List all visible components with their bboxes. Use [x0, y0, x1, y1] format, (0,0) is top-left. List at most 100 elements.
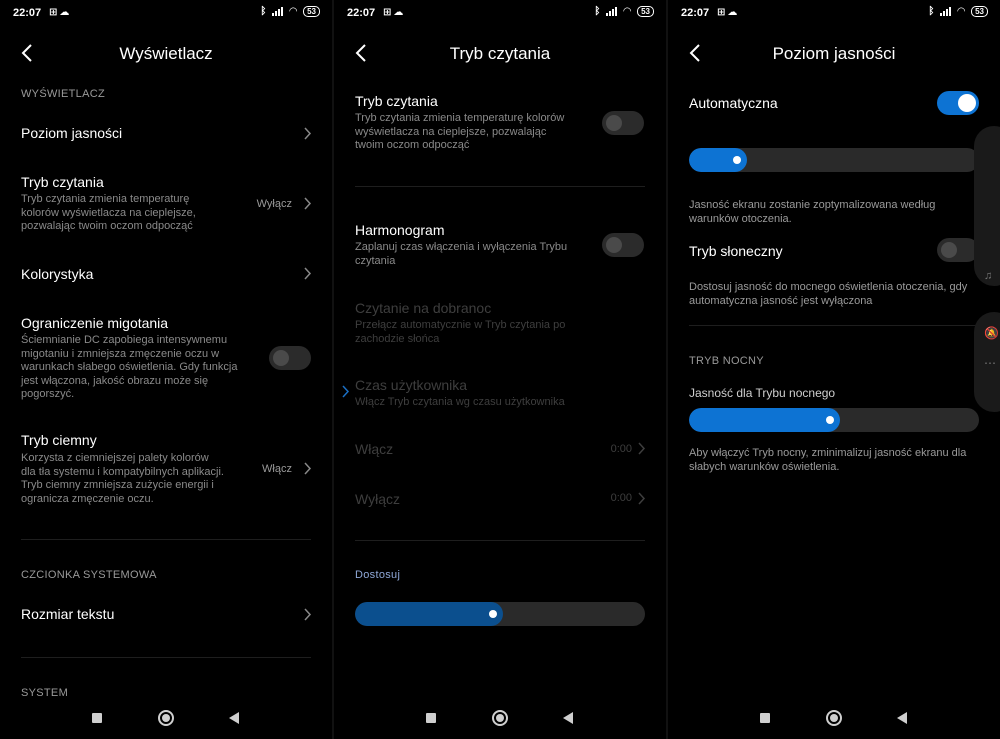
- status-icons: ᛒ ◠ 53: [928, 6, 988, 17]
- desc-line: Dostosuj jasność do mocnego oświetlenia …: [689, 281, 968, 293]
- selected-chevron-icon: [342, 385, 350, 398]
- chevron-right-icon: [638, 492, 646, 505]
- brightness-level-label: Poziom jasności: [21, 125, 123, 141]
- off-time-label: Wyłącz: [355, 491, 400, 507]
- desc-line: dla tła systemu i kompatybilnych aplikac…: [21, 465, 224, 478]
- desc-line: czytania: [355, 254, 396, 267]
- page-title: Wyświetlacz: [119, 44, 213, 63]
- navigation-bar: [668, 707, 1000, 729]
- header: Poziom jasności: [668, 40, 1000, 68]
- schedule-label: Harmonogram: [355, 222, 445, 238]
- floating-edge-panel-secondary[interactable]: 🔕 ⋯: [974, 312, 1000, 412]
- reading-mode-desc: Tryb czytania zmienia temperaturę koloró…: [21, 193, 196, 234]
- page-title: Poziom jasności: [772, 44, 896, 63]
- status-bar: 22:07 ⊞☁ ᛒ ◠ 53: [0, 6, 332, 22]
- battery-icon: 53: [303, 6, 320, 17]
- divider: [355, 540, 645, 541]
- on-time-value: 0:00: [610, 443, 632, 455]
- on-time-label: Włącz: [355, 441, 394, 457]
- desc-line: Przełącz automatycznie w Tryb czytania p…: [355, 319, 566, 331]
- back-button[interactable]: [897, 712, 907, 724]
- status-bar: 22:07 ⊞☁ ᛒ ◠ 53: [668, 6, 1000, 22]
- color-temperature-slider[interactable]: [355, 602, 645, 626]
- section-header-font: CZCIONKA SYSTEMOWA: [21, 569, 157, 581]
- desc-line: pogorszyć.: [21, 388, 75, 400]
- notification-icons: ⊞☁: [383, 7, 406, 18]
- desc-line: automatyczna jasność jest wyłączona: [689, 294, 873, 307]
- bedtime-reading-desc: Przełącz automatycznie w Tryb czytania p…: [355, 319, 565, 346]
- desc-line: kolorów wyświetlacza na cieplejsze,: [21, 206, 196, 219]
- slider-fill: [689, 408, 840, 432]
- toggle-knob: [273, 350, 289, 366]
- navigation-bar: [334, 707, 666, 729]
- flicker-reduction-desc: Ściemnianie DC zapobiega intensywnemu mi…: [21, 334, 237, 402]
- auto-brightness-toggle[interactable]: [937, 91, 979, 115]
- recents-button[interactable]: [426, 713, 436, 723]
- status-time: 22:07: [681, 7, 710, 19]
- home-button[interactable]: [158, 710, 174, 726]
- status-icons: ᛒ ◠ 53: [260, 6, 320, 17]
- music-note-icon: ♫: [984, 270, 993, 282]
- dark-mode-value: Włącz: [262, 463, 292, 475]
- desc-line: Tryb czytania zmienia temperaturę: [21, 193, 190, 205]
- notification-icons: ⊞☁: [717, 7, 740, 18]
- page-title: Tryb czytania: [449, 44, 551, 63]
- desc-line: wyświetlacza na cieplejsze, pozwalając: [355, 125, 547, 138]
- sun-mode-toggle[interactable]: [937, 238, 979, 262]
- adjust-label: Dostosuj: [355, 569, 401, 581]
- desc-line: Tryb ciemny zmniejsza zużycie energii i: [21, 479, 214, 491]
- slider-thumb[interactable]: [826, 416, 834, 424]
- recents-button[interactable]: [92, 713, 102, 723]
- toggle-knob: [606, 115, 622, 131]
- back-button[interactable]: [229, 712, 239, 724]
- status-bar: 22:07 ⊞☁ ᛒ ◠ 53: [334, 6, 666, 22]
- toggle-knob: [606, 237, 622, 253]
- chevron-right-icon: [304, 462, 312, 475]
- section-header-display: WYŚWIETLACZ: [21, 88, 105, 100]
- chevron-right-icon: [304, 127, 312, 140]
- signal-icon: [606, 7, 618, 16]
- wifi-icon: ◠: [289, 6, 298, 17]
- desc-line: zachodzie słońca: [355, 332, 440, 345]
- sun-mode-desc: Dostosuj jasność do mocnego oświetlenia …: [689, 281, 967, 308]
- divider: [689, 325, 979, 326]
- night-brightness-label: Jasność dla Trybu nocnego: [689, 386, 836, 400]
- slider-thumb[interactable]: [733, 156, 741, 164]
- slider-fill: [355, 602, 503, 626]
- night-brightness-slider[interactable]: [689, 408, 979, 432]
- desc-line: Tryb czytania zmienia temperaturę koloró…: [355, 112, 565, 124]
- slider-thumb[interactable]: [489, 610, 497, 618]
- desc-line: warunków otoczenia.: [689, 212, 792, 225]
- section-header-night: TRYB NOCNY: [689, 355, 764, 367]
- divider: [21, 539, 311, 540]
- desc-line: migotaniu i zmniejsza zmęczenie oczu w: [21, 347, 220, 360]
- chevron-right-icon: [304, 608, 312, 621]
- home-button[interactable]: [826, 710, 842, 726]
- reading-mode-desc: Tryb czytania zmienia temperaturę koloró…: [355, 112, 564, 153]
- user-time-desc: Włącz Tryb czytania wg czasu użytkownika: [355, 396, 565, 410]
- recents-button[interactable]: [760, 713, 770, 723]
- flicker-reduction-toggle[interactable]: [269, 346, 311, 370]
- wifi-icon: ◠: [623, 6, 632, 17]
- bluetooth-icon: ᛒ: [260, 6, 267, 17]
- schedule-toggle[interactable]: [602, 233, 644, 257]
- desc-line: Jasność ekranu zostanie zoptymalizowana …: [689, 199, 936, 211]
- brightness-slider[interactable]: [689, 148, 979, 172]
- desc-line: Aby włączyć Tryb nocny, zminimalizuj jas…: [689, 447, 967, 459]
- off-time-value: 0:00: [610, 492, 632, 504]
- navigation-bar: [0, 707, 332, 729]
- home-button[interactable]: [492, 710, 508, 726]
- user-time-label: Czas użytkownika: [355, 377, 468, 393]
- color-scheme-label: Kolorystyka: [21, 266, 94, 282]
- desc-line: Włącz Tryb czytania wg czasu użytkownika: [355, 396, 565, 408]
- divider: [21, 657, 311, 658]
- toggle-knob: [941, 242, 957, 258]
- desc-line: pozwalając twoim oczom odpocząć: [21, 220, 193, 232]
- reading-mode-toggle[interactable]: [602, 111, 644, 135]
- floating-edge-panel[interactable]: ♫: [974, 126, 1000, 286]
- back-button[interactable]: [563, 712, 573, 724]
- schedule-desc: Zaplanuj czas włączenia i wyłączenia Try…: [355, 241, 567, 268]
- bluetooth-icon: ᛒ: [594, 6, 601, 17]
- sun-mode-label: Tryb słoneczny: [689, 243, 783, 259]
- desc-line: warunkach słabego oświetlenia. Gdy funkc…: [21, 361, 238, 373]
